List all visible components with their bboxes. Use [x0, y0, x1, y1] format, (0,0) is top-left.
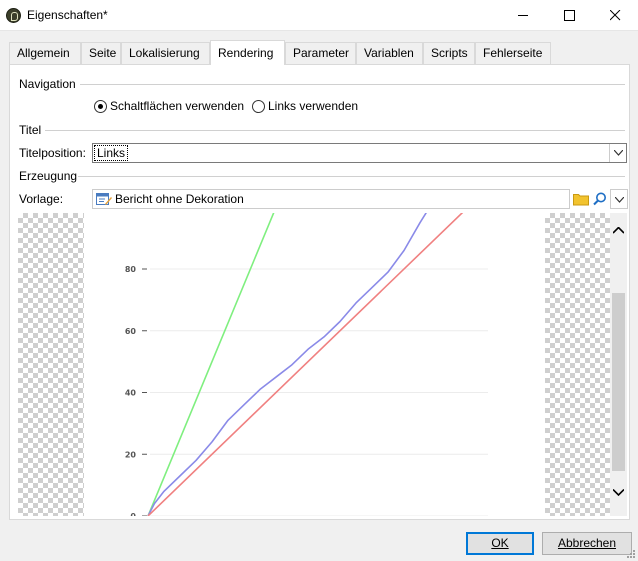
radio-links-label: Links verwenden: [268, 99, 359, 113]
app-icon: [6, 8, 21, 23]
series-line-2: [147, 213, 427, 516]
tab-seite[interactable]: Seite: [81, 42, 121, 64]
vorlage-label: Vorlage:: [19, 192, 64, 206]
search-icon: [593, 192, 606, 206]
titel-divider: [45, 130, 625, 131]
vorlage-field[interactable]: Bericht ohne Dekoration: [92, 189, 570, 209]
scroll-up-button[interactable]: [610, 223, 627, 240]
y-tick-label: 80: [125, 265, 137, 274]
series-line-3: [147, 213, 464, 516]
tab-lokalisierung[interactable]: Lokalisierung: [121, 42, 210, 64]
maximize-icon: [564, 10, 575, 21]
chevron-down-icon: [614, 150, 623, 156]
tab-scripts[interactable]: Scripts: [423, 42, 475, 64]
window-title: Eigenschaften*: [27, 8, 108, 22]
maximize-button[interactable]: [546, 0, 592, 31]
radio-links[interactable]: Links verwenden: [252, 99, 358, 113]
title-bar: Eigenschaften*: [0, 0, 638, 31]
close-icon: [610, 10, 621, 21]
preview-chart: 0 20 40 60 80: [125, 213, 488, 516]
titelposition-select[interactable]: Links: [92, 143, 627, 163]
folder-icon: [573, 194, 589, 206]
series-line-1: [147, 213, 275, 516]
titelposition-dropdown[interactable]: [609, 144, 626, 162]
search-button[interactable]: [591, 189, 609, 209]
navigation-divider: [80, 84, 625, 85]
vorlage-value: Bericht ohne Dekoration: [115, 192, 244, 206]
tab-rendering[interactable]: Rendering: [210, 40, 285, 65]
ok-button[interactable]: OK: [466, 532, 534, 555]
radio-dot: [252, 99, 265, 113]
erzeugung-group-label: Erzeugung: [19, 169, 78, 183]
y-tick-label: 0: [130, 512, 136, 516]
titelposition-label: Titelposition:: [19, 146, 86, 160]
template-icon: [96, 193, 112, 205]
radio-dot-selected: [94, 99, 107, 113]
scroll-down-button[interactable]: [610, 485, 627, 502]
preview-scrollbar[interactable]: [610, 213, 627, 516]
chevron-up-icon: [613, 227, 624, 234]
radio-schaltflaechen-label: Schaltflächen verwenden: [110, 99, 245, 113]
chevron-down-icon: [615, 197, 624, 203]
cancel-button[interactable]: Abbrechen: [542, 532, 632, 555]
folder-button[interactable]: [572, 189, 590, 209]
ok-label: OK: [491, 536, 509, 550]
minimize-icon: [518, 15, 528, 16]
titelposition-value: Links: [93, 145, 129, 161]
vorlage-dropdown[interactable]: [610, 189, 628, 209]
close-button[interactable]: [592, 0, 638, 31]
preview-margin-right: [545, 213, 610, 516]
resize-grip-icon[interactable]: [626, 549, 636, 559]
minimize-button[interactable]: [500, 0, 546, 31]
y-tick-label: 60: [125, 327, 137, 336]
navigation-group-label: Navigation: [19, 77, 76, 91]
tab-allgemein[interactable]: Allgemein: [9, 42, 81, 64]
y-tick-label: 40: [125, 389, 137, 398]
chevron-down-icon: [613, 489, 624, 496]
cancel-label: Abbrechen: [557, 536, 617, 550]
scroll-thumb[interactable]: [612, 293, 625, 471]
erzeugung-divider: [78, 176, 625, 177]
tab-parameter[interactable]: Parameter: [285, 42, 356, 64]
titel-group-label: Titel: [19, 123, 42, 137]
preview-margin-left: [18, 213, 84, 516]
radio-schaltflaechen[interactable]: Schaltflächen verwenden: [94, 99, 244, 113]
y-tick-label: 20: [125, 450, 137, 459]
tab-variablen[interactable]: Variablen: [356, 42, 423, 64]
preview-area: 0 20 40 60 80: [18, 213, 627, 516]
tab-fehlerseite[interactable]: Fehlerseite: [475, 42, 551, 64]
